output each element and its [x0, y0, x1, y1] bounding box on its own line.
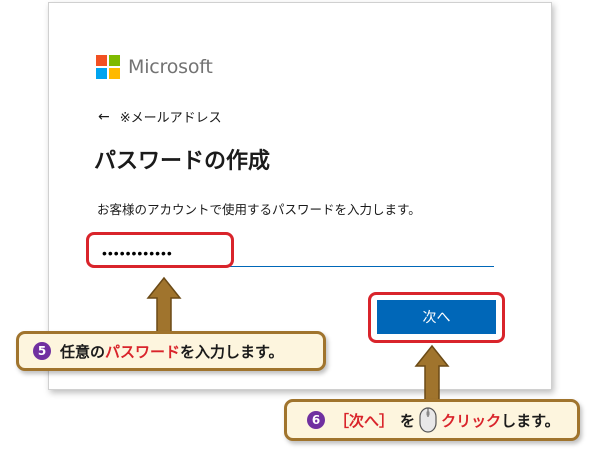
- logo-square-yellow: [109, 68, 120, 79]
- logo-square-blue: [96, 68, 107, 79]
- callout1-prefix: 任意の: [60, 342, 106, 361]
- callout1-suffix: を入力します。: [180, 342, 284, 361]
- logo-text: Microsoft: [128, 56, 213, 78]
- back-row[interactable]: ← ※メールアドレス: [98, 107, 222, 127]
- step-number-6: 6: [307, 411, 325, 429]
- step-number-5: 5: [33, 342, 51, 360]
- email-label: ※メールアドレス: [119, 111, 222, 126]
- callout2-keyword: 次へ: [349, 411, 380, 430]
- instruction-callout-5: 5 任意の パスワード を入力します。: [16, 331, 326, 371]
- password-input[interactable]: [96, 239, 494, 267]
- microsoft-logo: Microsoft: [96, 55, 213, 79]
- callout2-action: クリック: [441, 411, 502, 430]
- page-title: パスワードの作成: [94, 149, 271, 174]
- logo-square-green: [109, 55, 120, 66]
- microsoft-logo-icon: [96, 55, 120, 79]
- up-arrow-icon-2: [414, 344, 450, 401]
- callout2-bracket-open: ［: [334, 411, 350, 430]
- next-button[interactable]: 次へ: [377, 300, 496, 334]
- page-description: お客様のアカウントで使用するパスワードを入力します。: [97, 202, 421, 217]
- back-arrow-icon[interactable]: ←: [98, 109, 110, 125]
- callout2-bracket-close: ］: [379, 411, 395, 430]
- callout2-particle: を: [400, 411, 416, 430]
- logo-square-red: [96, 55, 107, 66]
- callout2-suffix: します。: [501, 411, 560, 430]
- up-arrow-icon: [146, 276, 182, 333]
- callout1-keyword: パスワード: [105, 342, 181, 361]
- instruction-callout-6: 6 ［ 次へ ］ を クリック します。: [284, 399, 580, 441]
- mouse-icon: [419, 407, 437, 433]
